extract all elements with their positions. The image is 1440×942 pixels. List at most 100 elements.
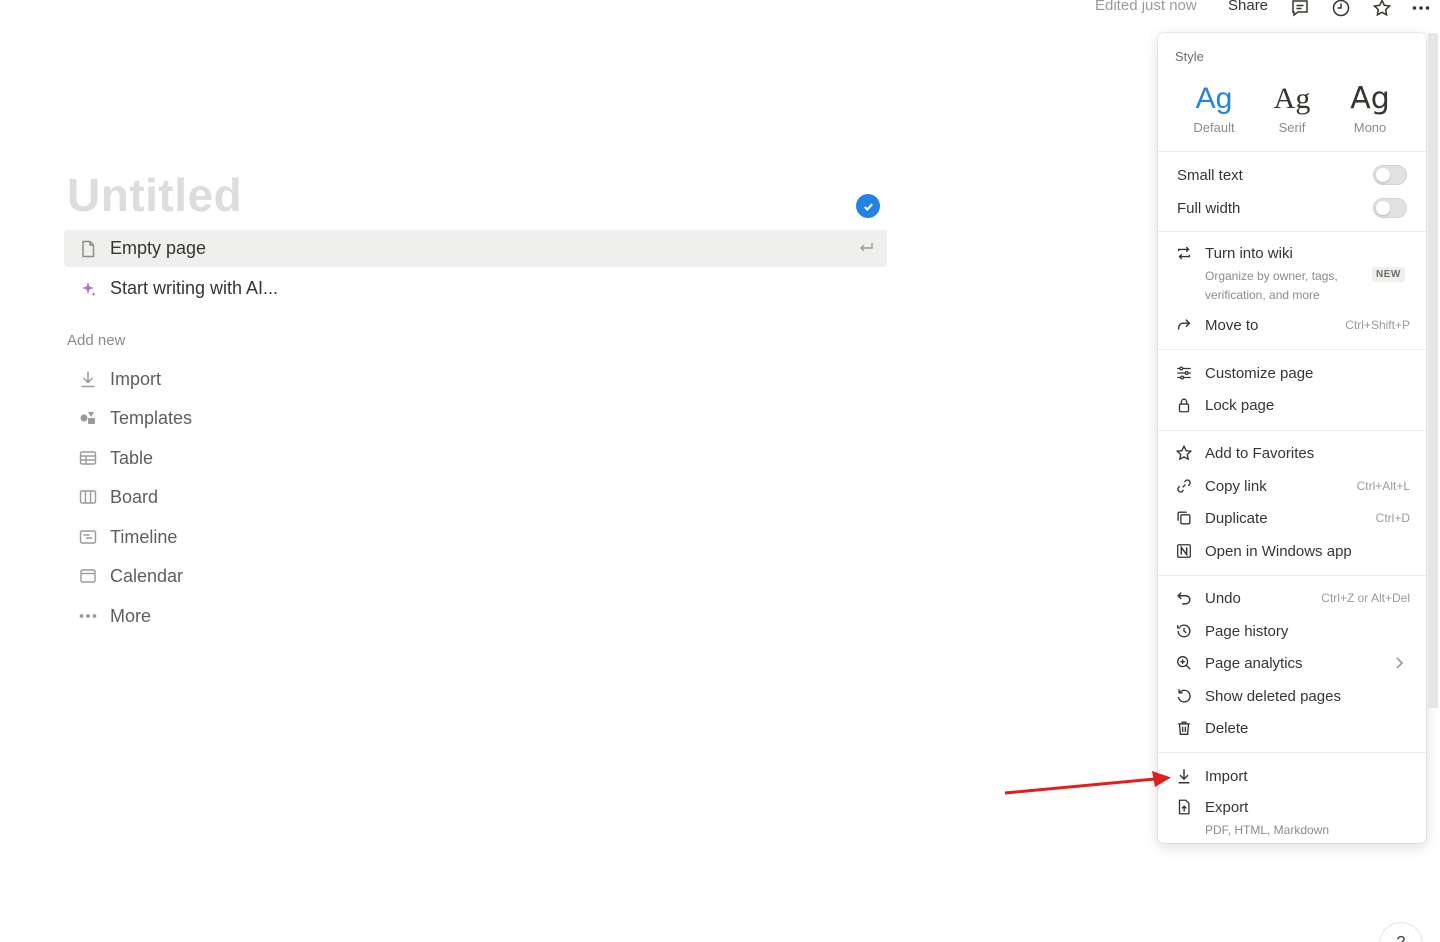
star-icon[interactable]: [1370, 0, 1394, 19]
download-icon: [1172, 766, 1196, 786]
item-label: Show deleted pages: [1205, 687, 1341, 705]
item-label: Page history: [1205, 622, 1289, 640]
link-icon: [1172, 476, 1196, 496]
more-icon: [66, 606, 110, 626]
add-to-favorites-item[interactable]: Add to Favorites: [1172, 438, 1410, 468]
restore-icon: [1172, 686, 1196, 706]
show-deleted-pages-item[interactable]: Show deleted pages: [1172, 681, 1410, 711]
divider: [1158, 575, 1426, 576]
shortcut: Ctrl+D: [1375, 511, 1410, 525]
toggle-label: Small text: [1177, 166, 1243, 184]
annotation-arrow-icon: [1004, 771, 1171, 795]
divider: [1158, 752, 1426, 753]
undo-icon: [1172, 588, 1196, 608]
help-button[interactable]: ?: [1379, 922, 1423, 942]
toggle-label: Full width: [1177, 199, 1241, 217]
page-history-item[interactable]: Page history: [1172, 616, 1410, 646]
divider: [1158, 349, 1426, 350]
delete-item[interactable]: Delete: [1172, 713, 1410, 743]
full-width-toggle[interactable]: [1373, 198, 1407, 218]
lock-icon: [1172, 395, 1196, 415]
star-icon: [1172, 443, 1196, 463]
font-label: Mono: [1353, 120, 1387, 135]
font-mono[interactable]: Ag Mono: [1335, 79, 1405, 135]
copy-link-item[interactable]: Copy link Ctrl+Alt+L: [1172, 471, 1410, 501]
download-icon: [66, 369, 110, 389]
item-label: Move to: [1205, 316, 1259, 334]
enter-icon: [860, 243, 873, 252]
add-table[interactable]: Table: [64, 440, 153, 476]
templates-icon: [66, 408, 110, 428]
shortcut: Ctrl+Alt+L: [1356, 479, 1410, 493]
wiki-icon: [1172, 243, 1196, 263]
empty-page-option[interactable]: Empty page: [64, 230, 887, 267]
option-label: Empty page: [110, 238, 207, 258]
export-file-icon: [1172, 797, 1196, 817]
customize-page-item[interactable]: Customize page: [1172, 358, 1410, 388]
item-label: Page analytics: [1205, 654, 1303, 672]
page-icon: [66, 239, 110, 259]
add-timeline[interactable]: Timeline: [64, 519, 177, 555]
import-item[interactable]: Import: [1172, 761, 1410, 791]
page-analytics-item[interactable]: Page analytics: [1172, 648, 1410, 678]
divider: [1158, 151, 1426, 152]
item-label: Copy link: [1205, 477, 1267, 495]
new-badge: NEW: [1372, 267, 1405, 282]
font-label: Default: [1193, 120, 1235, 135]
trash-icon: [1172, 718, 1196, 738]
turn-into-wiki-item[interactable]: Turn into wiki: [1172, 238, 1410, 268]
move-arrow-icon: [1172, 315, 1196, 335]
export-item[interactable]: Export: [1172, 792, 1410, 822]
duplicate-item[interactable]: Duplicate Ctrl+D: [1172, 503, 1410, 533]
open-windows-app-item[interactable]: Open in Windows app: [1172, 536, 1410, 566]
calendar-icon: [66, 566, 110, 586]
ai-writing-option[interactable]: Start writing with AI...: [64, 270, 887, 307]
share-button[interactable]: Share: [1228, 0, 1268, 14]
lock-page-item[interactable]: Lock page: [1172, 390, 1410, 420]
add-item-label: Templates: [110, 407, 193, 428]
small-text-toggle[interactable]: [1373, 165, 1407, 185]
page-options-menu: Style Ag Default Ag Serif Ag Mono Small …: [1158, 33, 1426, 843]
add-import[interactable]: Import: [64, 361, 161, 397]
table-icon: [66, 448, 110, 468]
export-formats: PDF, HTML, Markdown: [1205, 823, 1330, 837]
check-icon: [856, 194, 880, 218]
font-default[interactable]: Ag Default: [1179, 79, 1249, 135]
add-more[interactable]: More: [64, 598, 151, 634]
item-label: Open in Windows app: [1205, 542, 1352, 560]
style-heading: Style: [1175, 49, 1204, 64]
full-width-row[interactable]: Full width: [1177, 196, 1409, 220]
divider: [1158, 231, 1426, 232]
item-label: Turn into wiki: [1205, 244, 1293, 262]
font-serif[interactable]: Ag Serif: [1257, 79, 1327, 135]
item-label: Duplicate: [1205, 509, 1268, 527]
sparkle-icon: [66, 279, 110, 299]
add-board[interactable]: Board: [64, 479, 158, 515]
font-label: Serif: [1278, 120, 1306, 135]
option-label: Start writing with AI...: [110, 278, 279, 298]
add-item-label: Import: [110, 368, 162, 389]
item-label: Export: [1205, 798, 1249, 816]
add-item-label: More: [110, 605, 152, 626]
move-to-item[interactable]: Move to Ctrl+Shift+P: [1172, 310, 1410, 340]
duplicate-icon: [1172, 508, 1196, 528]
timeline-icon: [66, 527, 110, 547]
add-calendar[interactable]: Calendar: [64, 558, 183, 594]
add-item-label: Table: [110, 447, 154, 468]
menu-scrollbar[interactable]: [1428, 33, 1438, 708]
undo-item[interactable]: Undo Ctrl+Z or Alt+Del: [1172, 583, 1410, 613]
clock-icon[interactable]: [1329, 0, 1353, 19]
more-icon[interactable]: [1409, 0, 1433, 19]
font-glyph: Ag: [1273, 82, 1311, 115]
small-text-row[interactable]: Small text: [1177, 163, 1409, 187]
comment-icon[interactable]: [1288, 0, 1312, 19]
page-title[interactable]: Untitled: [67, 168, 242, 222]
shortcut: Ctrl+Shift+P: [1345, 318, 1410, 332]
notion-logo-icon: [1172, 541, 1196, 561]
shortcut: Ctrl+Z or Alt+Del: [1321, 591, 1410, 605]
add-item-label: Board: [110, 486, 159, 507]
add-new-heading: Add new: [67, 332, 126, 349]
divider: [1158, 430, 1426, 431]
item-label: Lock page: [1205, 396, 1275, 414]
add-templates[interactable]: Templates: [64, 400, 192, 436]
